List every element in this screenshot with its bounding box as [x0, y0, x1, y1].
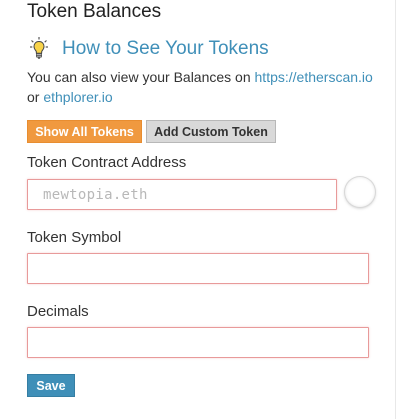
ethplorer-link[interactable]: ethplorer.io — [43, 89, 112, 105]
show-all-tokens-button[interactable]: Show All Tokens — [27, 120, 142, 143]
etherscan-link[interactable]: https://etherscan.io — [255, 69, 373, 85]
info-text-before: You can also view your Balances on — [27, 69, 255, 85]
address-identicon — [345, 177, 375, 207]
decimals-label: Decimals — [27, 303, 89, 320]
token-symbol-input[interactable] — [27, 253, 369, 284]
panel-title: Token Balances — [27, 1, 162, 22]
lightbulb-icon — [30, 37, 48, 61]
howto-header: How to See Your Tokens — [30, 36, 269, 62]
balances-info-text: You can also view your Balances on https… — [27, 67, 387, 107]
howto-title: How to See Your Tokens — [62, 38, 269, 59]
token-contract-address-label: Token Contract Address — [27, 154, 187, 171]
token-contract-address-input[interactable] — [27, 179, 337, 210]
save-button[interactable]: Save — [27, 374, 75, 397]
token-symbol-label: Token Symbol — [27, 229, 122, 246]
panel-right-divider — [395, 0, 396, 419]
info-text-middle: or — [27, 89, 44, 105]
decimals-input[interactable] — [27, 327, 369, 358]
add-custom-token-button[interactable]: Add Custom Token — [146, 120, 276, 143]
